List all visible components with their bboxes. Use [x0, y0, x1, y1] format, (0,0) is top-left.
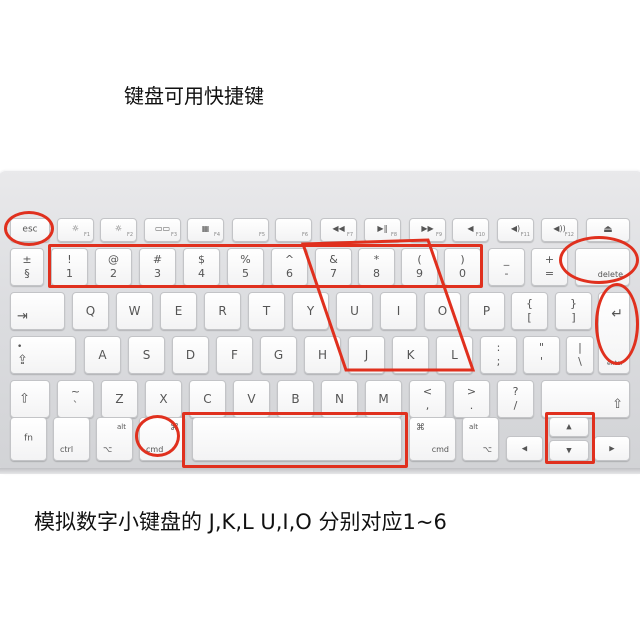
- caption: 模拟数字小键盘的 J,K,L U,I,O 分别对应1~6: [34, 510, 447, 534]
- highlight-numpad-keys: [300, 238, 476, 372]
- highlight-uiojkl-parallelogram: [300, 238, 476, 372]
